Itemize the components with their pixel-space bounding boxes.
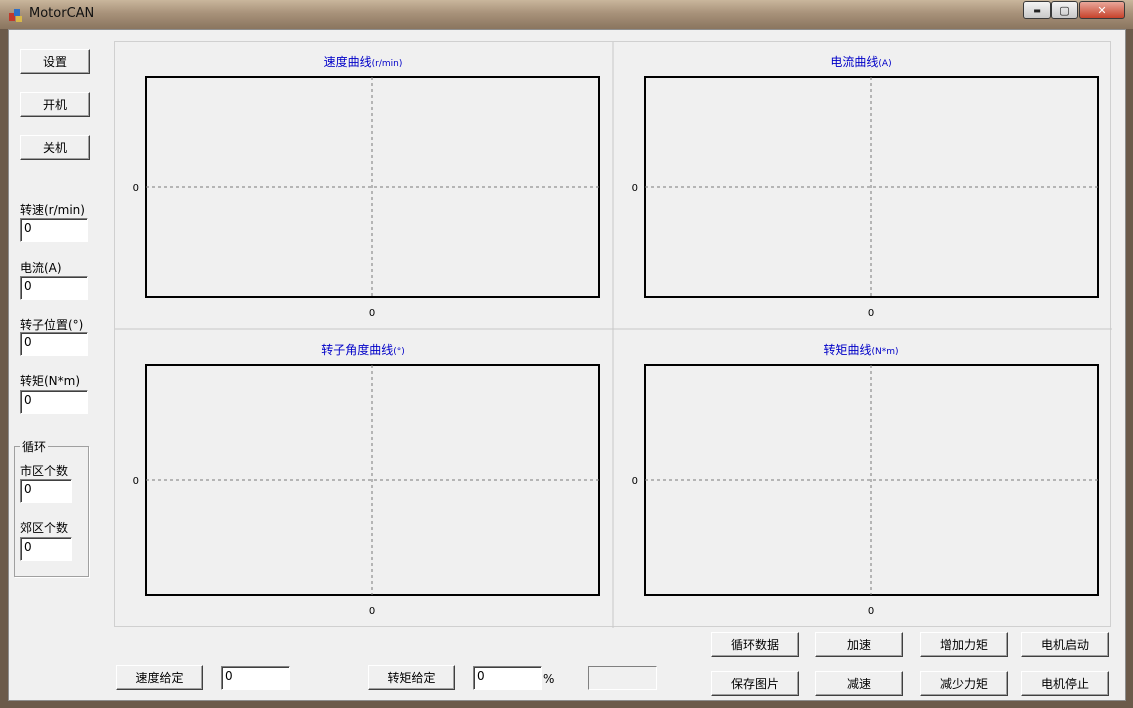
svg-text:转子角度曲线(°): 转子角度曲线(°) [321, 342, 405, 357]
torque-y-tick: 0 [632, 476, 638, 487]
settings-button[interactable]: 设置 [20, 49, 90, 74]
accelerate-button[interactable]: 加速 [815, 632, 903, 657]
current-chart-title: 电流曲线 [830, 55, 878, 69]
minimize-button[interactable]: ▬ [1023, 1, 1051, 19]
chart-area: 速度曲线(r/min) 0 0 电流曲线(A) 0 0 转子角度曲线(°) 0 … [114, 41, 1112, 628]
rotor-angle-chart-unit: (°) [393, 347, 405, 357]
urban-count-label: 市区个数 [20, 464, 69, 478]
speed-chart-title: 速度曲线 [324, 54, 372, 69]
torque-chart: 转矩曲线(N*m) 0 0 [632, 342, 1099, 617]
close-icon: ✕ [1097, 3, 1107, 17]
speed-label: 转速(r/min) [20, 203, 85, 217]
rotor-angle-x-tick: 0 [369, 606, 375, 617]
power-on-button[interactable]: 开机 [20, 92, 90, 117]
app-icon [9, 9, 22, 22]
svg-text:转矩曲线(N*m): 转矩曲线(N*m) [823, 342, 898, 357]
maximize-button[interactable]: ▢ [1051, 1, 1078, 19]
status-display [588, 666, 657, 690]
power-off-button[interactable]: 关机 [20, 135, 90, 160]
speed-field[interactable]: 0 [20, 218, 88, 242]
rotor-angle-y-tick: 0 [133, 476, 139, 487]
suburban-count-label: 郊区个数 [20, 521, 69, 535]
current-field[interactable]: 0 [20, 276, 88, 300]
torque-set-field[interactable]: 0 [473, 666, 542, 690]
charts-svg: 速度曲线(r/min) 0 0 电流曲线(A) 0 0 转子角度曲线(°) 0 … [115, 42, 1112, 628]
save-image-button[interactable]: 保存图片 [711, 671, 799, 696]
current-chart-unit: (A) [878, 59, 891, 69]
torque-up-button[interactable]: 增加力矩 [920, 632, 1008, 657]
torque-chart-unit: (N*m) [871, 347, 898, 357]
motor-start-button[interactable]: 电机启动 [1021, 632, 1109, 657]
torque-set-button[interactable]: 转矩给定 [368, 665, 455, 690]
svg-text:速度曲线(r/min): 速度曲线(r/min) [324, 54, 403, 69]
urban-count-field[interactable]: 0 [20, 479, 72, 503]
speed-y-tick: 0 [133, 183, 139, 194]
speed-set-button[interactable]: 速度给定 [116, 665, 203, 690]
current-chart: 电流曲线(A) 0 0 [632, 55, 1099, 319]
current-y-tick: 0 [632, 183, 638, 194]
window-title: MotorCAN [29, 6, 95, 21]
rotor-angle-chart: 转子角度曲线(°) 0 0 [133, 342, 600, 617]
torque-down-button[interactable]: 减少力矩 [920, 671, 1008, 696]
torque-chart-title: 转矩曲线 [823, 342, 871, 357]
current-label: 电流(A) [20, 261, 62, 275]
title-bar: MotorCAN ▬ ▢ ✕ [0, 0, 1133, 29]
current-x-tick: 0 [868, 308, 874, 319]
main-window: 设置 开机 关机 转速(r/min) 0 电流(A) 0 转子位置(°) 0 转… [8, 29, 1126, 701]
speed-x-tick: 0 [369, 308, 375, 319]
torque-x-tick: 0 [868, 606, 874, 617]
cycle-data-button[interactable]: 循环数据 [711, 632, 799, 657]
motor-stop-button[interactable]: 电机停止 [1021, 671, 1109, 696]
torque-field[interactable]: 0 [20, 390, 88, 414]
speed-chart-unit: (r/min) [372, 59, 403, 69]
rotor-position-field[interactable]: 0 [20, 332, 88, 356]
speed-chart: 速度曲线(r/min) 0 0 [133, 54, 600, 319]
rotor-angle-chart-title: 转子角度曲线 [321, 342, 393, 357]
speed-set-field[interactable]: 0 [221, 666, 290, 690]
close-button[interactable]: ✕ [1079, 1, 1125, 19]
maximize-icon: ▢ [1059, 3, 1070, 17]
rotor-position-label: 转子位置(°) [20, 318, 84, 332]
minimize-icon: ▬ [1033, 5, 1041, 15]
decelerate-button[interactable]: 减速 [815, 671, 903, 696]
torque-label: 转矩(N*m) [20, 374, 81, 388]
svg-text:电流曲线(A): 电流曲线(A) [830, 55, 891, 69]
percent-label: % [543, 672, 555, 686]
cycle-group-title: 循环 [20, 438, 49, 455]
suburban-count-field[interactable]: 0 [20, 537, 72, 561]
